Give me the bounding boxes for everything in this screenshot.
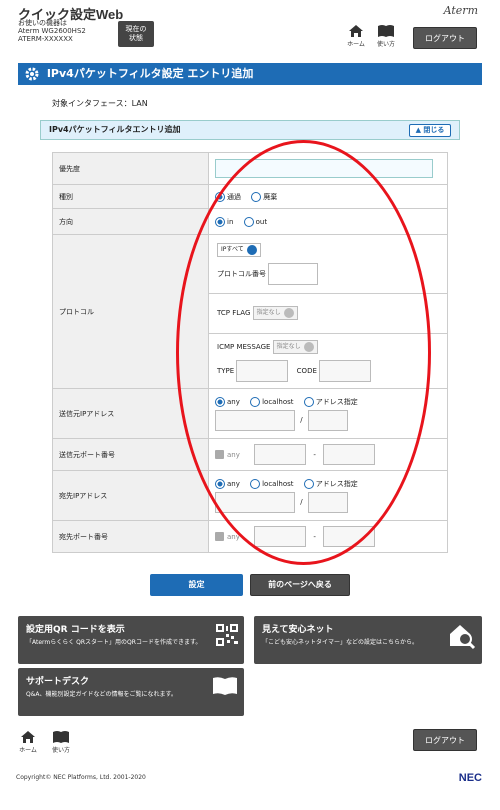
qr-code-card[interactable]: 設定用QR コードを表示 「Atermらくらく QRスタート」用のQRコードを作… xyxy=(18,616,244,664)
annotation-oval xyxy=(176,140,431,565)
home-icon xyxy=(21,731,35,743)
src-port-label: 送信元ポート番号 xyxy=(52,438,209,471)
home-icon xyxy=(349,25,363,37)
book-icon xyxy=(378,25,394,37)
submit-button[interactable]: 設定 xyxy=(150,574,243,596)
aterm-logo: Aterm xyxy=(443,4,478,17)
support-desk-card[interactable]: サポートデスク Q&A、機能別設定ガイドなどの情報をご覧になれます。 xyxy=(18,668,244,716)
anshin-card-title: 見えて安心ネット xyxy=(262,625,334,635)
dst-port-any-checkbox[interactable] xyxy=(215,532,224,541)
qr-code-icon xyxy=(216,624,238,646)
help-nav-bottom[interactable]: 使い方 xyxy=(48,730,74,754)
device-label: お使いの機器は xyxy=(18,19,67,27)
logout-button-bottom[interactable]: ログアウト xyxy=(413,729,477,751)
home-search-icon xyxy=(450,625,476,650)
help-label-bottom: 使い方 xyxy=(51,747,70,754)
page-title: IPv4パケットフィルタ設定 エントリ追加 xyxy=(46,67,254,80)
chevron-up-icon: ▲ xyxy=(415,126,421,134)
close-section-button[interactable]: ▲ 閉じる xyxy=(409,124,451,137)
copyright: Copyright© NEC Platforms, Ltd. 2001-2020 xyxy=(16,774,146,781)
nec-logo: NEC xyxy=(458,772,482,784)
book-icon xyxy=(53,731,69,743)
help-label: 使い方 xyxy=(376,41,395,48)
home-label: ホーム xyxy=(347,41,365,48)
logout-button-top[interactable]: ログアウト xyxy=(413,27,477,49)
home-nav-bottom[interactable]: ホーム xyxy=(15,730,41,754)
page-title-bar: IPv4パケットフィルタ設定 エントリ追加 xyxy=(18,63,482,85)
interface-label: 対象インタフェース：LAN xyxy=(52,99,148,108)
book-icon xyxy=(213,677,237,695)
status-button[interactable]: 現在の 状態 xyxy=(118,21,154,47)
direction-label: 方向 xyxy=(52,208,209,235)
dst-ip-label: 宛先IPアドレス xyxy=(52,470,209,521)
type-label: 種別 xyxy=(52,184,209,209)
device-id: ATERM-XXXXXX xyxy=(18,35,73,43)
support-card-desc: Q&A、機能別設定ガイドなどの情報をご覧になれます。 xyxy=(26,691,177,698)
gear-icon xyxy=(25,67,39,81)
qr-card-title: 設定用QR コードを表示 xyxy=(26,625,125,635)
back-button[interactable]: 前のページへ戻る xyxy=(250,574,350,596)
support-card-title: サポートデスク xyxy=(26,677,90,687)
dst-port-label: 宛先ポート番号 xyxy=(52,520,209,553)
status-button-line1: 現在の xyxy=(125,25,147,33)
home-label-bottom: ホーム xyxy=(19,747,37,754)
priority-label: 優先度 xyxy=(52,152,209,185)
help-nav[interactable]: 使い方 xyxy=(373,24,399,48)
device-model: Aterm WG2600HS2 xyxy=(18,27,86,35)
close-label: 閉じる xyxy=(423,126,445,134)
status-button-line2: 状態 xyxy=(129,34,143,42)
qr-card-desc: 「Atermらくらく QRスタート」用のQRコードを作成できます。 xyxy=(26,639,202,646)
section-header: IPv4パケットフィルタエントリ追加 ▲ 閉じる xyxy=(40,120,460,140)
section-title: IPv4パケットフィルタエントリ追加 xyxy=(49,125,181,134)
home-nav[interactable]: ホーム xyxy=(343,24,369,48)
anshin-card-desc: 「こども安心ネットタイマー」などの設定はこちらから。 xyxy=(262,639,419,646)
mieru-anshin-card[interactable]: 見えて安心ネット 「こども安心ネットタイマー」などの設定はこちらから。 xyxy=(254,616,482,664)
